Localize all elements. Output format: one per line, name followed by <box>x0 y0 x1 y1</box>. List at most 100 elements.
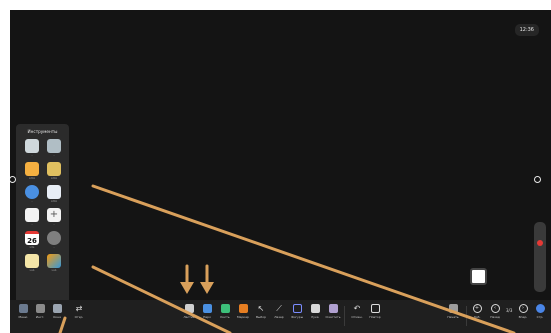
brush-icon <box>220 304 230 313</box>
app-item-plus[interactable]: + ··· <box>44 208 64 226</box>
redo-button[interactable]: Повтор <box>366 304 384 319</box>
tools-panel: Инструменты ··· ··· Litbk Litbk ··· Litb… <box>16 124 69 310</box>
app-label: Litbk <box>28 177 36 180</box>
redo-icon <box>370 304 380 313</box>
tool-hand[interactable]: Рука <box>306 304 324 319</box>
page-dots <box>40 295 46 310</box>
clear-icon <box>328 304 338 313</box>
app-item-compass[interactable]: ··· <box>22 185 42 203</box>
toolbar-divider <box>344 306 345 326</box>
shape-icon <box>292 304 302 313</box>
eraser-icon <box>184 304 194 313</box>
tools-panel-title: Инструменты <box>27 129 58 134</box>
app-label: ··· <box>52 246 56 249</box>
tool-eraser[interactable]: Ластик <box>180 304 198 319</box>
pen-icon <box>202 304 212 313</box>
next-page-icon: › <box>518 304 528 313</box>
floating-button[interactable] <box>470 268 487 285</box>
menu-icon <box>18 304 28 313</box>
laser-icon: ⟋ <box>276 304 282 313</box>
drawing-canvas[interactable] <box>10 10 551 298</box>
calendar-icon: 26 <box>25 231 39 245</box>
taskbar-label: Стр. <box>536 315 544 319</box>
taskbar-label: Маркер <box>237 315 249 319</box>
file-icon <box>25 139 39 153</box>
undo-icon: ↶ <box>353 304 361 313</box>
app-item-calculator[interactable]: Litbk <box>44 185 64 203</box>
calculator-icon <box>47 185 61 199</box>
undo-button[interactable]: ↶ Отмен. <box>348 304 366 319</box>
app-label: Lab <box>29 269 35 272</box>
next-page-button[interactable]: › Впер. <box>514 304 532 319</box>
taskbar-label: Отмен. <box>351 315 363 319</box>
right-edge-handle[interactable] <box>534 176 541 183</box>
switch-icon: ⇄ <box>75 304 83 313</box>
pointer-icon: ↖ <box>257 304 265 313</box>
app-label: ··· <box>30 154 34 157</box>
add-page-button[interactable]: + Доб. <box>468 304 486 319</box>
taskbar-label: Инст. <box>35 315 45 319</box>
taskbar-label: Фигуры <box>290 315 304 319</box>
taskbar-label: Назад <box>490 315 500 319</box>
tools-icon <box>35 304 45 313</box>
taskbar-label: Доб. <box>473 315 481 319</box>
gallery-icon <box>47 254 61 268</box>
taskbar-menu[interactable]: Меню <box>14 304 32 319</box>
app-item-file[interactable]: ··· <box>22 139 42 157</box>
map-icon <box>47 162 61 176</box>
tool-shapes[interactable]: Фигуры <box>288 304 306 319</box>
page-indicator: 3/3 <box>506 308 513 313</box>
taskbar-label: Ластик <box>183 315 195 319</box>
pages-button[interactable]: Стр. <box>531 304 549 319</box>
app-item-calendar[interactable]: 26 Lite <box>22 231 42 249</box>
app-item-gallery[interactable]: Lab <box>44 254 64 272</box>
app-label: Litbk <box>50 200 58 203</box>
app-label: ··· <box>30 200 34 203</box>
taskbar-label: Впер. <box>518 315 528 319</box>
side-slider[interactable] <box>534 222 546 292</box>
print-button[interactable]: Печать <box>444 304 462 319</box>
tool-clear[interactable]: Очистить <box>324 304 342 319</box>
folder-icon <box>25 254 39 268</box>
cube-icon <box>47 139 61 153</box>
app-label: Lab <box>51 269 57 272</box>
tool-pointer[interactable]: ↖ Выбор <box>252 304 270 319</box>
app-label: Lite <box>29 246 35 249</box>
slider-knob[interactable] <box>537 240 543 246</box>
taskbar-windows[interactable]: Окна <box>48 304 66 319</box>
app-item-folder[interactable]: Lab <box>22 254 42 272</box>
whiteboard-screen: 12:36 Инструменты ··· ··· Litbk Litbk ··… <box>10 10 551 333</box>
note-icon <box>25 208 39 222</box>
taskbar-label: Выбор <box>255 315 267 319</box>
app-label: Litbk <box>50 177 58 180</box>
clock-badge: 12:36 <box>514 24 539 36</box>
app-label: ··· <box>52 223 56 226</box>
taskbar-label: Кисть <box>220 315 230 319</box>
taskbar-label: Повтор <box>369 315 381 319</box>
app-item-note[interactable]: ··· <box>22 208 42 226</box>
taskbar-label: Окна <box>53 315 61 319</box>
tool-laser[interactable]: ⟋ Лазер <box>270 304 288 319</box>
print-icon <box>448 304 458 313</box>
taskbar-label: Печать <box>447 315 459 319</box>
marker-icon <box>238 304 248 313</box>
prev-page-icon: ‹ <box>490 304 500 313</box>
taskbar-switch[interactable]: ⇄ Откр. <box>70 304 88 319</box>
app-item-cube[interactable]: ··· <box>44 139 64 157</box>
book-icon <box>25 162 39 176</box>
taskbar-label: Лазер <box>274 315 284 319</box>
camera-icon <box>47 231 61 245</box>
tool-marker[interactable]: Маркер <box>234 304 252 319</box>
tool-pen[interactable]: Перо <box>198 304 216 319</box>
taskbar-label: Очистить <box>325 315 341 319</box>
app-item-book[interactable]: Litbk <box>22 162 42 180</box>
taskbar-tools[interactable]: Инст. <box>31 304 49 319</box>
toolbar-divider <box>466 306 467 326</box>
hand-icon <box>310 304 320 313</box>
bottom-toolbar: Меню Инст. Окна ⇄ Откр. Ластик Перо Кист… <box>10 300 551 333</box>
prev-page-button[interactable]: ‹ Назад <box>486 304 504 319</box>
taskbar-label: Откр. <box>74 315 84 319</box>
app-item-camera[interactable]: ··· <box>44 231 64 249</box>
tool-brush[interactable]: Кисть <box>216 304 234 319</box>
app-item-map[interactable]: Litbk <box>44 162 64 180</box>
